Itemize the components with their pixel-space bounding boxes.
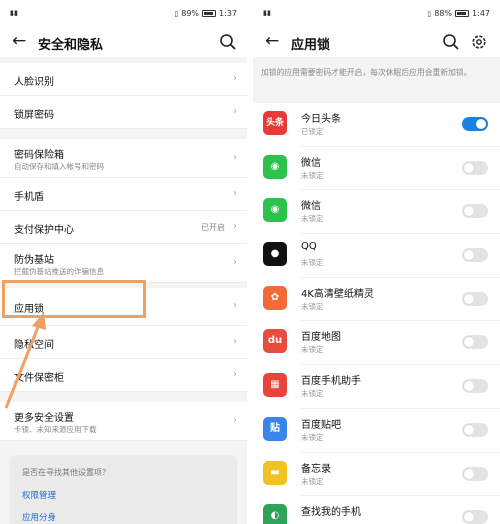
list-item: 贴 百度贴吧 未锁定	[253, 409, 500, 453]
vibrate-icon: ▯	[427, 9, 432, 18]
status-bar: ▮.▮ ▯ 88% 1:47	[253, 0, 500, 27]
lock-toggle[interactable]	[462, 335, 488, 350]
battery-icon	[455, 10, 470, 17]
list-item: ◉ 微信 未锁定	[253, 147, 500, 191]
baidu-map-icon: du	[263, 329, 287, 354]
app-list: 头条 今日头条 已锁定 ◉ 微信 未锁定 ◉ 微信 未锁定 ● QQ 未锁定 ✿…	[253, 103, 500, 524]
baidu-tieba-icon: 贴	[263, 416, 287, 441]
gear-icon[interactable]	[470, 33, 488, 51]
back-arrow-icon[interactable]: ←	[265, 33, 279, 50]
right-screen: ▮.▮ ▯ 88% 1:47 ← 应用锁 加锁的应用需要密码才能开启，每次休眠后…	[253, 0, 500, 524]
lock-toggle[interactable]	[462, 204, 488, 219]
page-title: 应用锁	[291, 38, 331, 53]
lock-toggle[interactable]	[462, 466, 488, 481]
list-item: ◉ 微信 未锁定	[253, 190, 500, 235]
memo-icon: ▬	[263, 460, 287, 485]
find-phone-icon: ◐	[263, 504, 287, 524]
list-item: ▬ 备忘录 未锁定	[253, 453, 500, 497]
toutiao-icon: 头条	[263, 111, 287, 135]
signal-icon: ▮.▮	[263, 9, 271, 17]
lock-toggle[interactable]	[462, 422, 488, 437]
list-item: ▦ 百度手机助手 未锁定	[253, 365, 500, 409]
lock-toggle[interactable]	[462, 160, 488, 175]
arrow-annotation	[4, 312, 46, 409]
lock-toggle[interactable]	[462, 291, 488, 306]
wallpaper-app-icon: ✿	[263, 285, 287, 310]
battery-level: 88%	[434, 9, 453, 18]
wechat-icon: ◉	[263, 154, 287, 179]
list-item: 头条 今日头条 已锁定	[253, 103, 500, 147]
lock-toggle[interactable]	[462, 117, 488, 131]
lock-toggle[interactable]	[462, 248, 488, 263]
search-icon[interactable]	[442, 33, 460, 51]
baidu-assistant-icon: ▦	[263, 373, 287, 398]
list-item: ● QQ 未锁定	[253, 234, 500, 278]
list-item: du 百度地图 未锁定	[253, 321, 500, 366]
list-item: ✿ 4K高清壁纸精灵 未锁定	[253, 278, 500, 322]
lock-toggle[interactable]	[462, 510, 488, 524]
lock-toggle[interactable]	[462, 379, 488, 394]
app-bar: ← 应用锁	[253, 27, 500, 57]
wechat-clone-icon: ◉	[263, 198, 287, 223]
clock: 1:47	[472, 9, 490, 18]
list-item: ◐ 查找我的手机	[253, 496, 500, 524]
qq-icon: ●	[263, 242, 287, 267]
app-lock-description: 加锁的应用需要密码才能开启，每次休眠后应用会重新加锁。	[261, 68, 472, 77]
left-screen: ▮.▮ ▯ 89% 1:37 ← 安全和隐私 人脸识别 › 锁屏密码 › 密码保…	[0, 0, 247, 524]
